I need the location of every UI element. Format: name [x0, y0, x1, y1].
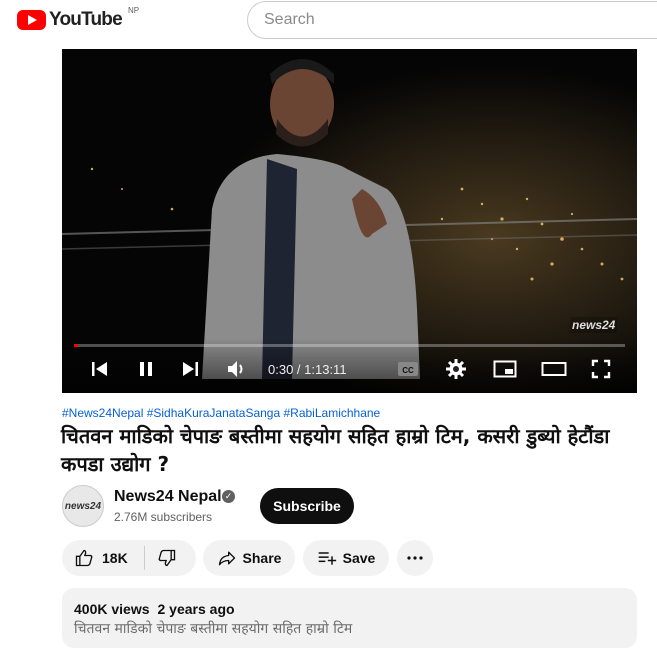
- settings-icon: [446, 359, 466, 379]
- channel-avatar[interactable]: news24: [62, 485, 104, 527]
- youtube-logo[interactable]: YouTube NP: [17, 6, 139, 31]
- hashtags[interactable]: #News24Nepal #SidhaKuraJanataSanga #Rabi…: [62, 406, 380, 420]
- video-title: चितवन माडिको चेपाङ बस्तीमा सहयोग सहित हा…: [61, 424, 610, 476]
- channel-name[interactable]: News24 Nepal: [114, 488, 222, 506]
- youtube-play-icon: [17, 10, 46, 30]
- captions-button[interactable]: CC: [396, 357, 420, 381]
- subscribe-button[interactable]: Subscribe: [260, 488, 354, 524]
- more-actions-button[interactable]: [397, 540, 433, 576]
- next-icon: [183, 362, 198, 376]
- add-to-playlist-icon: [318, 552, 336, 565]
- country-code: NP: [128, 6, 140, 15]
- pause-icon: [140, 362, 152, 376]
- progress-bar[interactable]: [74, 344, 625, 347]
- share-label: Share: [242, 550, 282, 566]
- share-button[interactable]: Share: [203, 540, 295, 576]
- progress-fill: [74, 344, 78, 347]
- save-label: Save: [342, 550, 376, 566]
- next-button[interactable]: [178, 357, 202, 381]
- previous-button[interactable]: [88, 357, 112, 381]
- view-count: 400K views: [74, 601, 150, 617]
- thumbs-down-icon: [158, 549, 175, 567]
- dislike-button[interactable]: [145, 540, 189, 576]
- description-box[interactable]: 400K views 2 years ago चितवन माडिको चेपाङ…: [62, 588, 637, 648]
- channel-watermark: news24: [570, 317, 618, 333]
- search-input[interactable]: Search: [247, 1, 657, 39]
- fullscreen-button[interactable]: [589, 357, 613, 381]
- description-text: चितवन माडिको चेपाङ बस्तीमा सहयोग सहित हा…: [74, 621, 353, 637]
- video-player[interactable]: news24 0:30 / 1:13:11 CC: [62, 49, 637, 393]
- captions-icon: CC: [398, 362, 418, 376]
- share-icon: [218, 551, 235, 566]
- subscriber-count: 2.76M subscribers: [114, 510, 213, 524]
- time-display: 0:30 / 1:13:11: [268, 362, 347, 377]
- like-dislike-group: 18K: [62, 540, 196, 576]
- thumbs-up-icon: [75, 549, 93, 567]
- miniplayer-icon: [493, 360, 517, 378]
- avatar-text: news24: [64, 500, 102, 512]
- theater-button[interactable]: [540, 357, 568, 381]
- search-placeholder: Search: [264, 11, 315, 28]
- settings-button[interactable]: [444, 357, 468, 381]
- pause-button[interactable]: [134, 357, 158, 381]
- svg-text:CC: CC: [402, 366, 414, 375]
- logo-text: YouTube: [49, 9, 123, 30]
- miniplayer-button[interactable]: [492, 357, 518, 381]
- like-count: 18K: [102, 550, 128, 566]
- mute-button[interactable]: [224, 357, 250, 381]
- more-horizontal-icon: [407, 556, 423, 560]
- upload-age: 2 years ago: [157, 601, 235, 617]
- previous-icon: [92, 362, 107, 376]
- save-button[interactable]: Save: [303, 540, 389, 576]
- theater-icon: [541, 362, 567, 376]
- description-meta: 400K views 2 years ago: [74, 601, 235, 617]
- fullscreen-icon: [591, 359, 611, 379]
- verified-icon: ✓: [222, 490, 235, 503]
- volume-icon: [228, 361, 243, 377]
- like-button[interactable]: 18K: [62, 540, 128, 576]
